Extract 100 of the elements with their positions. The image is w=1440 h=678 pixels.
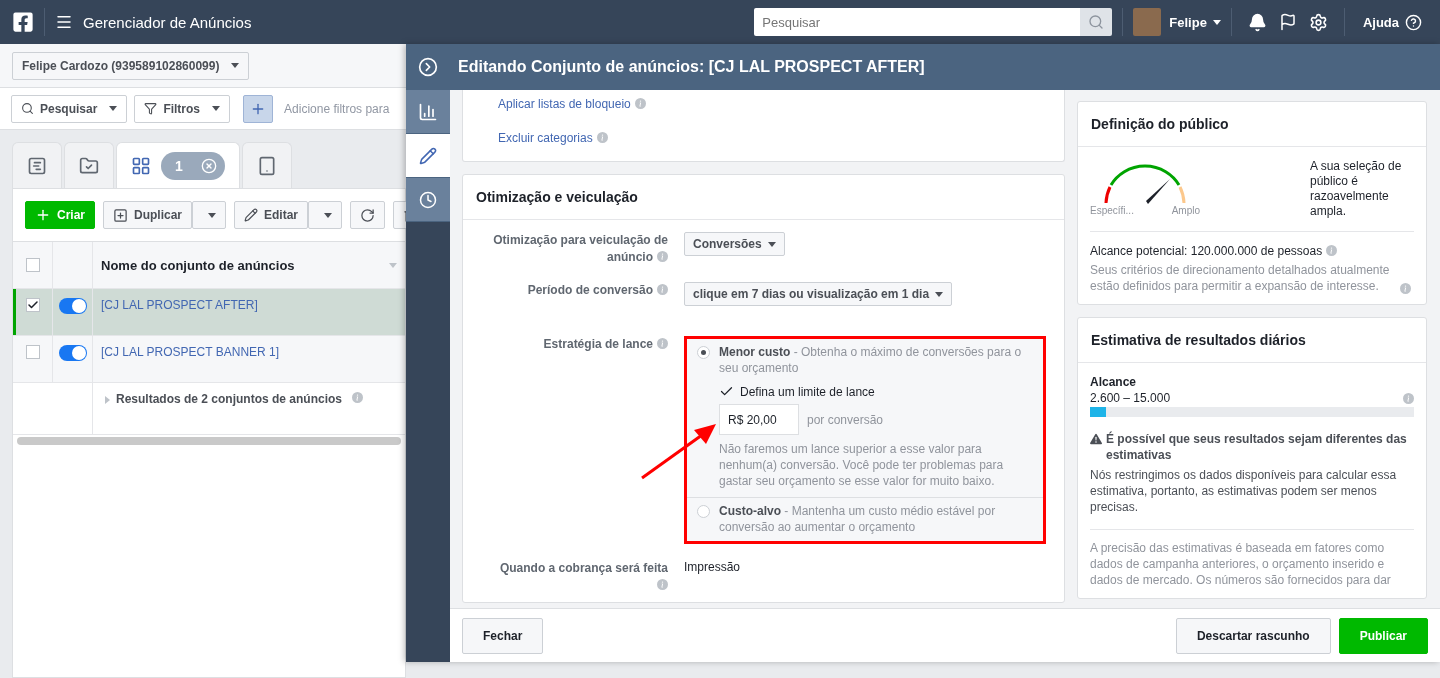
toggle-switch[interactable] <box>58 298 87 314</box>
duplicate-icon <box>113 207 128 223</box>
potential-reach: Alcance potencial: 120.000.000 de pessoas <box>1090 244 1323 258</box>
refresh-button[interactable] <box>350 201 386 229</box>
field-value: Impressão <box>684 560 742 574</box>
search-field[interactable]: Pesquisar <box>754 8 1081 36</box>
duplicate-button[interactable]: Duplicar <box>103 201 193 229</box>
add-filter-button[interactable] <box>243 94 274 123</box>
level-tab[interactable] <box>241 142 292 188</box>
search-icon <box>1088 14 1105 30</box>
info-icon <box>352 392 364 403</box>
field-label: Estratégia de lance <box>463 336 668 353</box>
search-dropdown[interactable]: Pesquisar <box>11 94 128 123</box>
section-title: Otimização e veiculação <box>463 175 1064 220</box>
settings-icon[interactable] <box>1308 12 1328 32</box>
reach-range: 2.600 – 15.000 <box>1090 391 1171 405</box>
checkbox-label: Defina um limite de lance <box>740 384 875 399</box>
info-icon <box>657 579 668 590</box>
field-label: Período de conversão <box>463 282 668 299</box>
bar-chart-icon <box>418 101 438 122</box>
field-label: Otimização para veiculação de anúncio <box>492 232 668 266</box>
caret-icon <box>212 106 221 111</box>
caret-icon <box>1212 19 1221 25</box>
warning-text: Nós restringimos os dados disponíveis para calcular essa estimativa, portanto, as estimativas podem ser menos precisas. <box>1090 467 1398 515</box>
table-row[interactable]: [CJ LAL PROSPECT BANNER 1] <box>13 336 405 383</box>
caret-icon <box>935 291 944 297</box>
selection-count: 1 <box>175 157 183 174</box>
radio-button[interactable] <box>697 505 710 518</box>
clock-icon <box>419 190 437 209</box>
radio-button[interactable] <box>697 346 710 359</box>
search-icon <box>21 102 34 115</box>
edit-button[interactable]: Editar <box>234 201 309 229</box>
checkbox[interactable] <box>25 258 40 272</box>
funnel-icon <box>144 102 158 115</box>
pencil-icon <box>244 208 259 222</box>
option-text[interactable]: Menor custo - Obtenha o máximo de conversões para o seu orçamento <box>719 344 1035 376</box>
unit-label: por conversão <box>807 411 884 428</box>
info-icon <box>634 98 646 109</box>
metric-label: Alcance <box>1090 375 1138 389</box>
dropdown[interactable]: clique em 7 dias ou visualização em 1 dia <box>684 282 953 306</box>
checkbox[interactable] <box>25 345 40 359</box>
folder-check-icon <box>79 155 99 176</box>
caret-icon <box>109 106 118 111</box>
warning-icon <box>1090 433 1102 445</box>
level-tab[interactable] <box>64 142 114 188</box>
level-tab[interactable] <box>12 142 62 188</box>
warning-title: É possível que seus resultados sejam diferentes das estimativas <box>1106 431 1408 463</box>
table-icon <box>27 155 47 176</box>
info-icon <box>1326 245 1338 256</box>
audience-note: Seus critérios de direcionamento detalhados atualmente estão definidos para permitir a expansão de interesse. <box>1090 262 1391 294</box>
app-title: Gerenciador de Anúncios <box>83 13 252 31</box>
option-text[interactable]: Custo-alvo - Mantenha um custo médio estável por conversão ao aumentar o orçamento <box>719 503 1035 535</box>
account-selector[interactable]: Felipe Cardozo (939589102860099) <box>12 51 250 80</box>
collapse-button[interactable] <box>406 44 450 90</box>
card-title: Definição do público <box>1078 102 1426 147</box>
avatar-photo-placeholder <box>1133 8 1162 36</box>
settings-link[interactable]: Aplicar listas de bloqueio <box>498 97 631 111</box>
scrollbar[interactable] <box>17 437 401 445</box>
caret-icon <box>767 241 776 247</box>
gauge-label: Específi... <box>1090 205 1134 216</box>
toggle-switch[interactable] <box>58 345 87 361</box>
chevron-right-icon <box>418 56 438 77</box>
close-button[interactable]: Fechar <box>462 617 544 654</box>
table-row[interactable]: [CJ LAL PROSPECT AFTER] <box>13 289 405 336</box>
help-link[interactable]: Ajuda <box>1362 14 1399 30</box>
search-button[interactable] <box>1080 8 1113 36</box>
caret-icon <box>231 63 240 68</box>
side-tab[interactable] <box>406 178 450 222</box>
info-icon <box>1403 392 1414 404</box>
filters-dropdown[interactable]: Filtros <box>134 94 231 123</box>
bell-icon[interactable] <box>1247 12 1267 32</box>
bid-cap-field[interactable]: R$ 20,00 <box>719 404 799 435</box>
gauge-label: Amplo <box>1171 205 1200 216</box>
sort-caret-icon <box>389 262 397 268</box>
flag-icon[interactable] <box>1278 13 1297 31</box>
side-tab[interactable] <box>406 134 450 178</box>
menu-icon[interactable] <box>55 13 73 31</box>
settings-link[interactable]: Excluir categorias <box>498 131 593 145</box>
user-name[interactable]: Felipe <box>1169 14 1207 30</box>
audience-summary: A sua seleção de público é razoavelmente ampla. <box>1310 159 1403 219</box>
checkbox[interactable] <box>25 298 40 312</box>
side-tab[interactable] <box>406 90 450 134</box>
plus-icon <box>35 207 51 223</box>
discard-draft-button[interactable]: Descartar rascunho <box>1175 617 1331 654</box>
ad-set-link[interactable]: [CJ LAL PROSPECT BANNER 1] <box>101 345 280 359</box>
info-icon <box>657 251 668 262</box>
pencil-icon <box>419 146 437 165</box>
ad-set-link[interactable]: [CJ LAL PROSPECT AFTER] <box>101 298 258 312</box>
info-icon <box>1400 283 1411 294</box>
field-label: Quando a cobrança será feita <box>463 560 668 594</box>
info-icon <box>596 132 608 143</box>
help-icon[interactable] <box>1405 13 1422 31</box>
card-title: Estimativa de resultados diários <box>1078 318 1426 363</box>
facebook-logo <box>12 11 34 33</box>
dropdown[interactable]: Conversões <box>684 232 785 256</box>
estimate-footnote: A precisão das estimativas é baseada em fatores como dados de campanha anteriores, o orçamento inserido e dados de mercado. Os números são fornecidos para dar <box>1090 540 1392 588</box>
info-icon <box>657 284 668 295</box>
editor-title: Editando Conjunto de anúncios: [CJ LAL PROSPECT AFTER] <box>458 58 925 76</box>
grid-icon <box>131 155 151 176</box>
info-icon <box>657 338 668 349</box>
